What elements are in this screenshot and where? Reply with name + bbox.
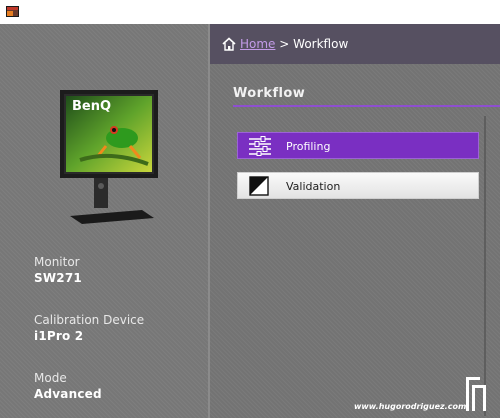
- calibration-device-value: i1Pro 2: [34, 329, 84, 343]
- profiling-label: Profiling: [286, 140, 331, 153]
- validation-button[interactable]: Validation: [237, 172, 479, 199]
- section-divider: [233, 105, 500, 107]
- watermark-text: www.hugorodriguez.com: [354, 402, 467, 411]
- validation-icon: [249, 176, 269, 196]
- workflow-panel: Workflow Profiling Validation: [210, 64, 500, 418]
- profiling-button[interactable]: Profiling: [237, 132, 479, 159]
- breadcrumb: Home > Workflow: [240, 37, 348, 51]
- breadcrumb-home-link[interactable]: Home: [240, 37, 275, 51]
- calibration-device-label: Calibration Device: [34, 313, 145, 327]
- monitor-value: SW271: [34, 271, 82, 285]
- monitor-info: Monitor SW271: [34, 255, 82, 285]
- monitor-label: Monitor: [34, 255, 80, 269]
- mode-info: Mode Advanced: [34, 371, 102, 401]
- sliders-icon: [249, 136, 271, 156]
- header-bar: Home > Workflow: [210, 24, 500, 64]
- breadcrumb-separator: >: [279, 37, 290, 51]
- monitor-brand: BenQ: [72, 99, 111, 114]
- section-title: Workflow: [233, 86, 306, 101]
- watermark-logo: [466, 377, 486, 411]
- app-icon: [6, 6, 19, 17]
- scrollbar-track[interactable]: [484, 116, 486, 416]
- mode-label: Mode: [34, 371, 67, 385]
- calibration-info: Calibration Device i1Pro 2: [34, 313, 144, 343]
- mode-value: Advanced: [34, 387, 102, 401]
- monitor-image: BenQ: [60, 90, 158, 224]
- home-icon[interactable]: [222, 37, 236, 51]
- device-info-panel: BenQ Monitor SW271 Calibration Device i1…: [0, 24, 208, 418]
- title-bar: [0, 0, 500, 24]
- breadcrumb-current: Workflow: [293, 37, 349, 51]
- validation-label: Validation: [286, 180, 341, 193]
